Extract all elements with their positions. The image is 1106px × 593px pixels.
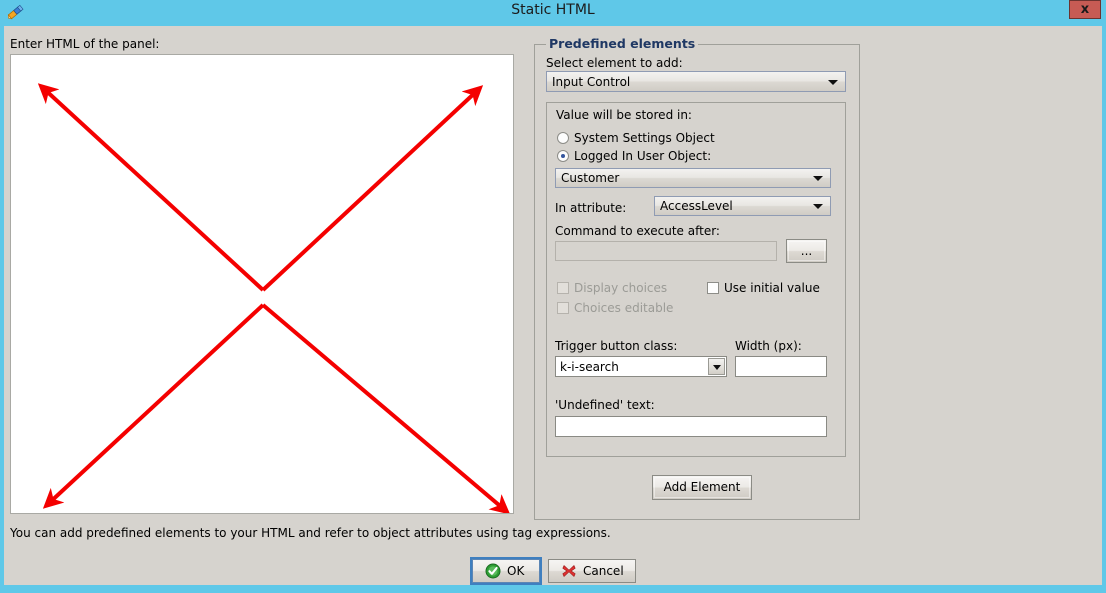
in-attribute-label: In attribute: [555, 201, 627, 215]
add-element-label: Add Element [663, 480, 741, 494]
trigger-button-class-value: k-i-search [560, 359, 619, 374]
chevron-down-icon[interactable] [708, 358, 725, 375]
user-object-combobox[interactable]: Customer [555, 168, 831, 188]
select-element-combobox[interactable]: Input Control [546, 71, 846, 92]
radio-logged-in-user-object-label: Logged In User Object: [574, 149, 712, 163]
checkbox-choices-editable-label: Choices editable [574, 301, 674, 315]
width-label: Width (px): [735, 339, 802, 353]
chevron-down-icon [813, 204, 823, 209]
checkbox-use-initial-value-label: Use initial value [724, 281, 820, 295]
ok-button[interactable]: OK [470, 557, 542, 585]
red-x-icon [561, 563, 577, 579]
chevron-down-icon [828, 79, 838, 85]
predefined-elements-group-title: Predefined elements [546, 36, 699, 51]
radio-icon [557, 132, 569, 144]
checkbox-icon [557, 282, 569, 294]
green-check-circle-icon [485, 563, 501, 579]
undefined-text-label: 'Undefined' text: [555, 398, 655, 412]
hint-text: You can add predefined elements to your … [10, 526, 611, 540]
checkbox-icon [707, 282, 719, 294]
radio-system-settings-object-label: System Settings Object [574, 131, 715, 145]
command-input[interactable] [555, 241, 777, 261]
command-browse-label: ... [800, 244, 813, 258]
select-element-value: Input Control [552, 74, 631, 89]
cancel-button[interactable]: Cancel [548, 559, 636, 583]
cancel-button-label: Cancel [583, 564, 624, 578]
x-cross-annotation [37, 83, 511, 513]
checkbox-display-choices-label: Display choices [574, 281, 668, 295]
chevron-down-icon [813, 176, 823, 181]
ok-button-label: OK [507, 564, 525, 578]
radio-icon [557, 150, 569, 162]
window-frame: Static HTML x Enter HTML of the panel: Y… [0, 0, 1106, 593]
static-html-dialog: Static HTML x Enter HTML of the panel: Y… [0, 0, 1106, 593]
command-label: Command to execute after: [555, 224, 720, 238]
user-object-value: Customer [561, 171, 620, 185]
value-stored-in-label: Value will be stored in: [556, 108, 692, 122]
undefined-text-input[interactable] [555, 416, 827, 437]
window-titlebar[interactable]: Static HTML x [0, 0, 1106, 26]
in-attribute-combobox[interactable]: AccessLevel [654, 196, 831, 216]
html-editor-label: Enter HTML of the panel: [10, 37, 160, 51]
command-browse-button[interactable]: ... [786, 239, 827, 263]
select-element-label: Select element to add: [546, 56, 683, 70]
trigger-button-class-label: Trigger button class: [555, 339, 678, 353]
dialog-client-area: Enter HTML of the panel: You can add pre… [4, 26, 1102, 585]
trigger-button-class-combobox[interactable]: k-i-search [555, 356, 727, 377]
in-attribute-value: AccessLevel [660, 199, 733, 213]
close-button[interactable]: x [1069, 0, 1101, 19]
width-input[interactable] [735, 356, 827, 377]
checkbox-icon [557, 302, 569, 314]
add-element-button[interactable]: Add Element [652, 475, 752, 500]
html-input-textarea[interactable] [10, 54, 514, 514]
window-title: Static HTML [511, 2, 595, 18]
